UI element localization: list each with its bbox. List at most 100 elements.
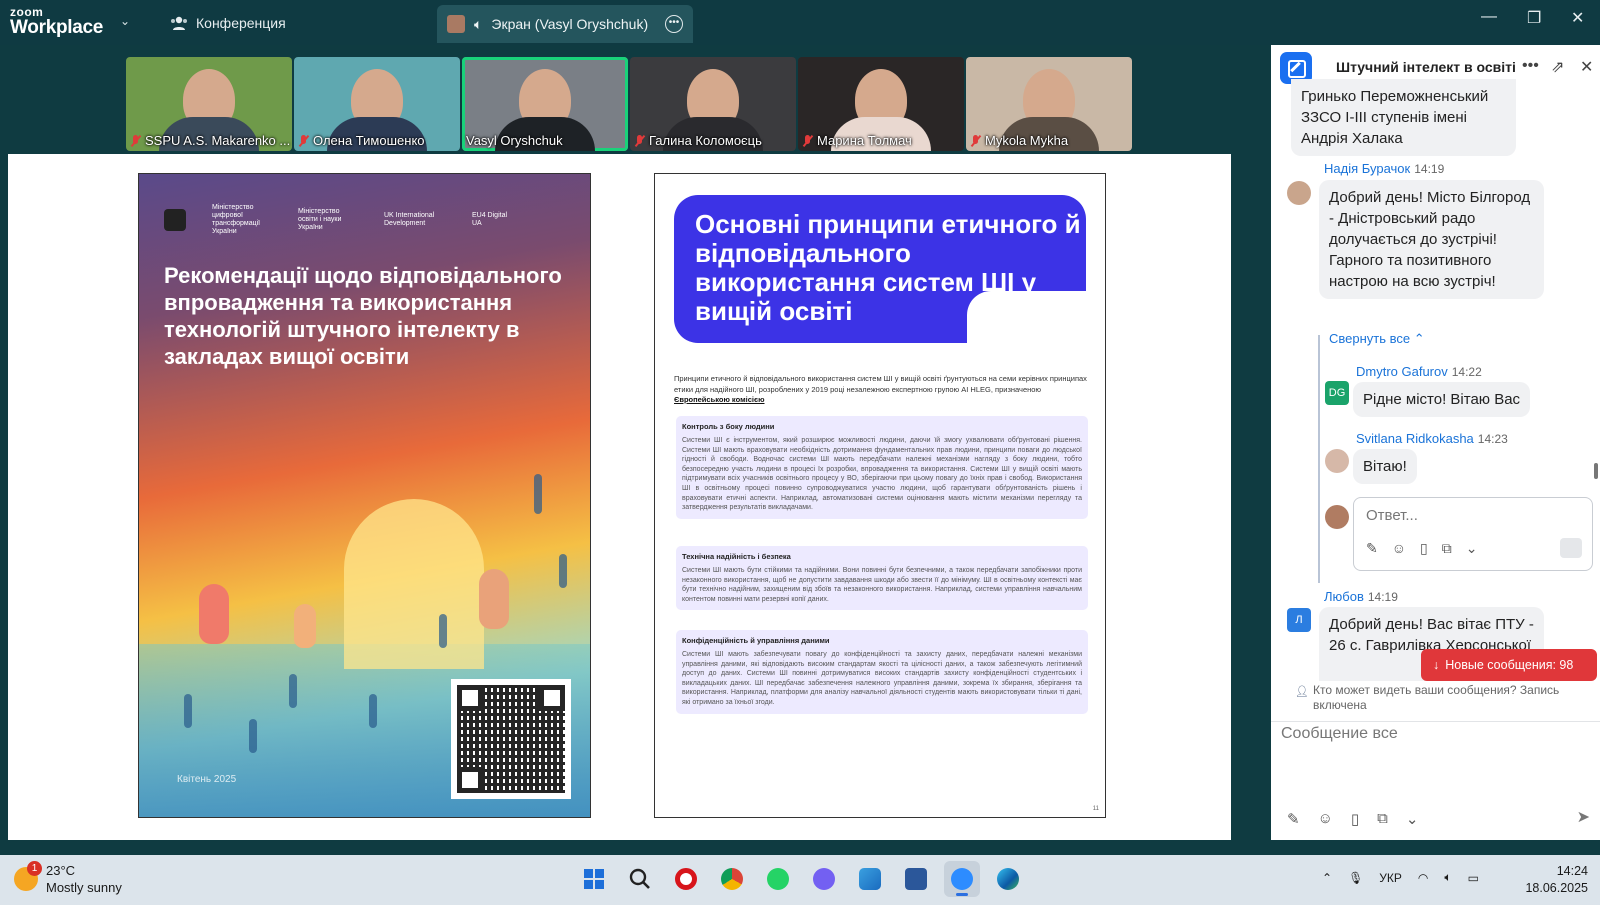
new-messages-label: Новые сообщения: 98 [1445,658,1574,672]
logo-label: EU4 Digital UA [472,212,508,227]
emoji-icon[interactable]: ☺ [1392,540,1406,557]
reply-input[interactable]: Ответ... ✎ ☺ ▯ ⧉ ⌄ [1353,497,1593,571]
intro-paragraph: Принципи етичного й відповідального вико… [674,374,1089,406]
participant-name: Марина Толмач [817,133,912,148]
avatar [1287,181,1311,205]
zoom-logo: zoom Workplace [10,6,103,37]
mic-muted-icon [130,134,140,147]
avatar: Л [1287,608,1311,632]
section-text: Системи ШІ мають бути стійкими та надійн… [682,567,1082,603]
illustration-tree [294,604,316,648]
photos-icon[interactable] [852,861,888,897]
qr-finder [457,767,483,793]
chevron-down-icon[interactable]: ⌄ [120,14,130,28]
chevron-down-icon[interactable]: ⌄ [1406,810,1419,828]
presenter-avatar [447,15,465,33]
send-icon[interactable]: ➤ [1577,807,1590,827]
notification-badge: 1 [27,861,42,876]
chevron-up-icon: ⌃ [1413,331,1425,346]
privacy-notice[interactable]: 👤︎ Кто может видеть ваши сообщения? Запи… [1291,683,1591,713]
format-icon[interactable]: ✎ [1287,810,1300,828]
whatsapp-icon[interactable] [760,861,796,897]
clock-time: 14:24 [1556,864,1588,878]
screen-tab-label: Экран (Vasyl Oryshchuk) [491,16,649,32]
collapse-thread-button[interactable]: Свернуть все ⌃ [1329,331,1425,347]
illustration-figure [184,694,192,728]
zoom-icon[interactable] [944,861,980,897]
clock[interactable]: 14:24 18.06.2025 [1525,863,1588,897]
message-sender: Любов 14:19 [1324,589,1398,604]
participant-name: Галина Коломоєць [649,133,762,148]
video-tile[interactable]: Олена Тимошенко [294,57,460,151]
avatar [1325,449,1349,473]
battery-icon[interactable]: ▭ [1468,871,1479,885]
viber-icon[interactable] [806,861,842,897]
emoji-icon[interactable]: ☺ [1318,810,1333,828]
shared-screen[interactable]: Міністерство цифрової трансформації Укра… [8,154,1231,840]
speaker-icon: 🔈︎ [474,15,483,32]
volume-icon[interactable]: 🔈︎ [1444,870,1451,885]
chat-panel: Штучний інтелект в освіті ••• ⇗ ✕ Гриньк… [1271,45,1600,840]
section-title: Конфіденційність й управління даними [682,636,830,645]
language-indicator[interactable]: УКР [1379,871,1402,885]
reply-placeholder: Ответ... [1366,507,1418,524]
qr-code [451,679,571,799]
file-icon[interactable]: ▯ [1420,540,1428,557]
message-input[interactable]: Сообщение все [1281,725,1398,743]
illustration-tree [479,569,509,629]
search-icon[interactable] [622,861,658,897]
video-tile[interactable]: Галина Коломоєць [630,57,796,151]
minimize-icon[interactable]: — [1481,8,1497,26]
new-messages-button[interactable]: ↓ Новые сообщения: 98 [1421,649,1597,681]
video-tile[interactable]: Mykola Mykha [966,57,1132,151]
close-icon[interactable]: ✕ [1580,57,1593,77]
chrome-icon[interactable] [714,861,750,897]
chevron-down-icon[interactable]: ⌄ [1466,540,1478,557]
title-bar: zoom Workplace ⌄ Конференция 🔈︎ Экран (V… [0,0,1600,45]
video-tile[interactable]: SSPU A.S. Makarenko ... [126,57,292,151]
arrow-down-icon: ↓ [1433,658,1440,672]
chevron-up-icon[interactable]: ⌃ [1322,871,1332,885]
message-time: 14:19 [1414,162,1445,176]
wifi-icon[interactable]: ◠ [1418,871,1428,885]
illustration-figure [439,614,447,648]
qr-pattern [457,685,565,793]
microphone-icon[interactable]: 🎙︎ [1348,871,1363,885]
principle-section: Технічна надійність і безпека Системи ШІ… [676,546,1088,611]
format-icon[interactable]: ✎ [1366,540,1378,557]
screenshot-icon[interactable]: ⧉ [1442,540,1452,557]
section-text: Системи ШІ є інструментом, який розширює… [682,437,1082,512]
edge-icon[interactable] [990,861,1026,897]
taskbar: 1 23°C Mostly sunny ⌃ 🎙︎ УКР ◠ 🔈︎ ▭ 14:2… [0,855,1600,905]
partner-logos: Міністерство цифрової трансформації Укра… [164,204,512,236]
more-icon[interactable]: ••• [1522,57,1539,75]
message-sender: Надія Бурачок 14:19 [1324,161,1444,176]
sender-name: Надія Бурачок [1324,161,1411,176]
video-strip: SSPU A.S. Makarenko ... Олена Тимошенко … [126,57,1132,151]
clock-date: 18.06.2025 [1525,881,1588,895]
logo-bottom: Workplace [10,17,104,38]
popout-icon[interactable]: ⇗ [1551,57,1564,77]
restore-icon[interactable]: ❐ [1527,8,1541,28]
send-icon[interactable] [1560,538,1582,558]
screenshot-icon[interactable]: ⧉ [1377,810,1388,828]
word-icon[interactable] [898,861,934,897]
close-icon[interactable]: ✕ [1571,8,1584,28]
chat-scrollbar[interactable] [1594,463,1598,479]
video-tile-active-speaker[interactable]: Vasyl Oryshchuk [462,57,628,151]
message-sender: Svitlana Ridkokasha 14:23 [1356,431,1508,446]
logo-label: Міністерство освіти і науки України [298,208,342,231]
illustration-figure [289,674,297,708]
privacy-text: Кто может видеть ваши сообщения? Запись … [1313,683,1560,712]
video-tile[interactable]: Марина Толмач [798,57,964,151]
conference-button[interactable]: Конференция [170,10,286,36]
participant-label: Mykola Mykha [970,133,1068,148]
file-icon[interactable]: ▯ [1351,810,1359,828]
screen-share-tab[interactable]: 🔈︎ Экран (Vasyl Oryshchuk) ••• [437,5,693,43]
start-icon[interactable] [576,861,612,897]
opera-icon[interactable] [668,861,704,897]
participant-label: Марина Толмач [802,133,912,148]
intro-link[interactable]: Європейською комісією [674,395,765,404]
logo-label: UK International Development [384,212,435,227]
more-options-icon[interactable]: ••• [665,15,683,33]
